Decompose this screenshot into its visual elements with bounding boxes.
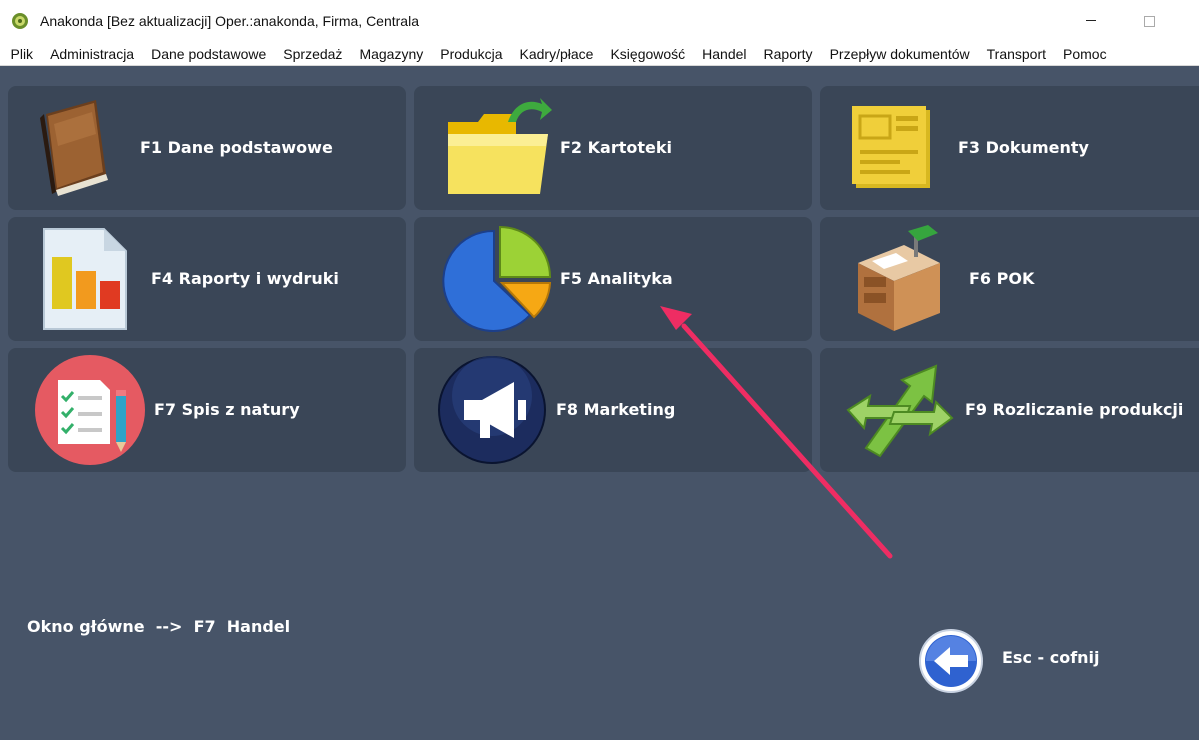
tile-label-f7: F7 Spis z natury <box>154 400 300 419</box>
menu-administracja[interactable]: Administracja <box>42 46 143 62</box>
tile-label-f2: F2 Kartoteki <box>560 138 672 157</box>
menu-transport[interactable]: Transport <box>978 46 1054 62</box>
tile-analityka[interactable]: F5 Analityka <box>414 217 812 341</box>
tile-marketing[interactable]: F8 Marketing <box>414 348 812 472</box>
menu-plik[interactable]: Plik <box>2 46 42 62</box>
title-bar: Anakonda [Bez aktualizacji] Oper.:anakon… <box>0 0 1199 42</box>
bar-report-icon <box>43 228 127 330</box>
tile-dane-podstawowe[interactable]: F1 Dane podstawowe <box>8 86 406 210</box>
esc-back-label[interactable]: Esc - cofnij <box>1002 648 1100 667</box>
tile-kartoteki[interactable]: F2 Kartoteki <box>414 86 812 210</box>
tile-label-f9: F9 Rozliczanie produkcji <box>965 400 1184 419</box>
menu-dane-podstawowe[interactable]: Dane podstawowe <box>143 46 275 62</box>
maximize-button[interactable] <box>1144 16 1155 27</box>
tile-label-f4: F4 Raporty i wydruki <box>151 269 339 288</box>
folder-icon <box>448 98 552 194</box>
breadcrumb: Okno główne --> F7 Handel <box>27 617 291 636</box>
tile-label-f6: F6 POK <box>969 269 1035 288</box>
menu-kadry-place[interactable]: Kadry/płace <box>511 46 602 62</box>
tile-label-f1: F1 Dane podstawowe <box>140 138 333 157</box>
pie-chart-icon <box>442 225 552 332</box>
tile-dokumenty[interactable]: F3 Dokumenty <box>820 86 1199 210</box>
checklist-icon <box>35 355 145 465</box>
menu-pomoc[interactable]: Pomoc <box>1055 46 1116 62</box>
window-title: Anakonda [Bez aktualizacji] Oper.:anakon… <box>40 13 419 29</box>
menu-ksiegowosc[interactable]: Księgowość <box>602 46 694 62</box>
tile-spis-z-natury[interactable]: F7 Spis z natury <box>8 348 406 472</box>
menu-bar: Plik Administracja Dane podstawowe Sprze… <box>0 42 1199 66</box>
tile-pok[interactable]: F6 POK <box>820 217 1199 341</box>
menu-produkcja[interactable]: Produkcja <box>432 46 511 62</box>
tile-label-f3: F3 Dokumenty <box>958 138 1089 157</box>
menu-sprzedaz[interactable]: Sprzedaż <box>275 46 351 62</box>
menu-magazyny[interactable]: Magazyny <box>351 46 432 62</box>
tile-raporty-wydruki[interactable]: F4 Raporty i wydruki <box>8 217 406 341</box>
desk-icon <box>858 225 940 331</box>
book-icon <box>40 100 108 196</box>
tile-label-f8: F8 Marketing <box>556 400 676 419</box>
menu-przeplyw-dokumentow[interactable]: Przepływ dokumentów <box>821 46 978 62</box>
menu-raporty[interactable]: Raporty <box>755 46 821 62</box>
minimize-button[interactable] <box>1086 20 1096 21</box>
recycle-arrows-icon <box>846 364 954 458</box>
document-icon <box>852 106 930 188</box>
back-arrow-icon[interactable] <box>918 628 984 694</box>
tile-rozliczanie-produkcji[interactable]: F9 Rozliczanie produkcji <box>820 348 1199 472</box>
tile-label-f5: F5 Analityka <box>560 269 673 288</box>
megaphone-icon <box>438 356 546 464</box>
menu-handel[interactable]: Handel <box>694 46 755 62</box>
snake-logo-icon <box>12 13 28 29</box>
